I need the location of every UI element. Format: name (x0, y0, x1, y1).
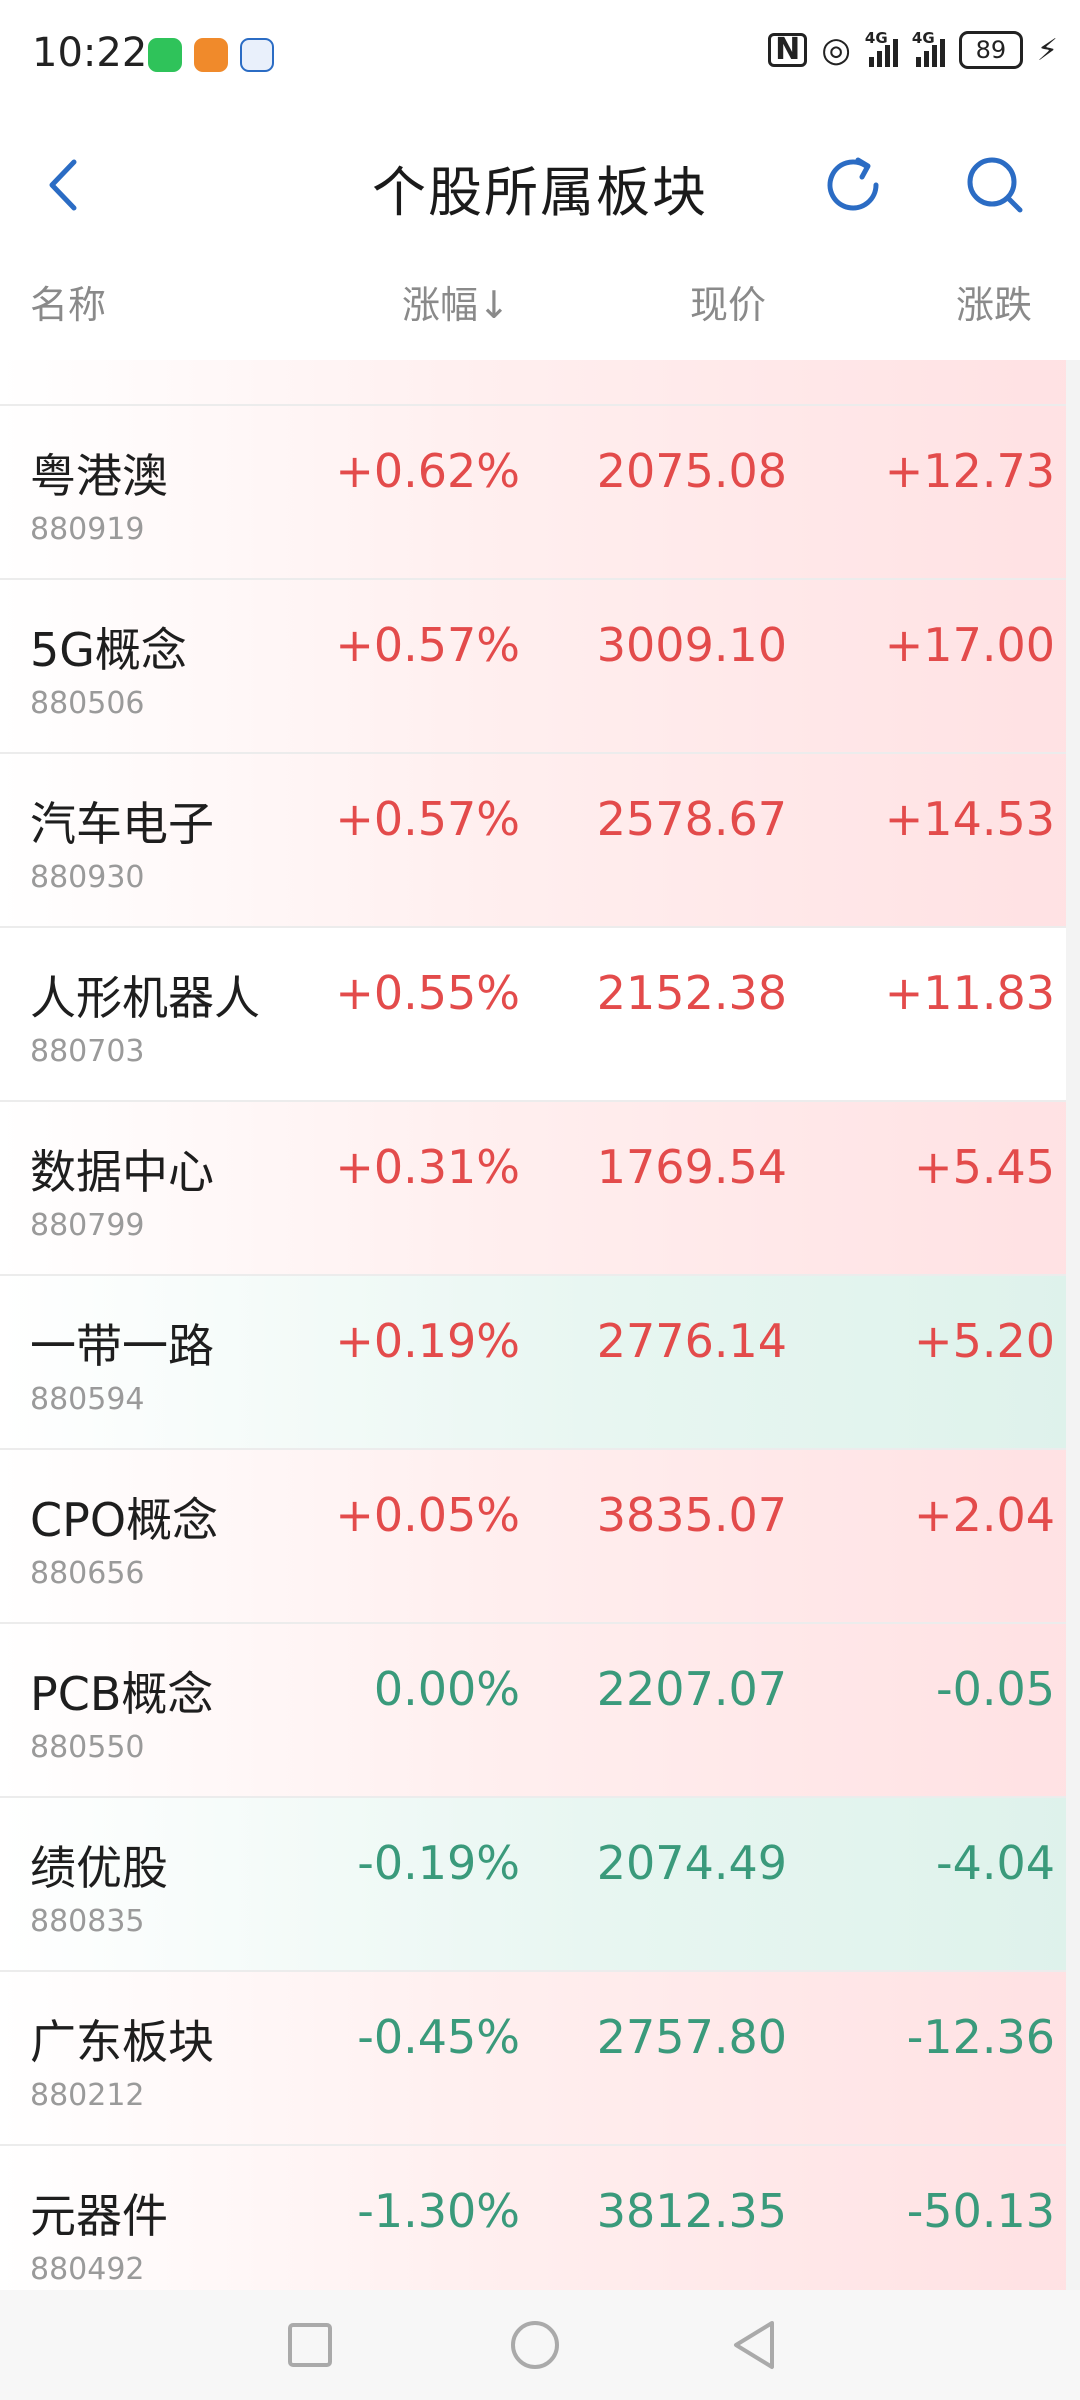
change-value: +11.83 (884, 966, 1055, 1020)
table-row[interactable]: 数据中心 880799 +0.31% 1769.54 +5.45 (0, 1102, 1080, 1276)
change-pct: +0.57% (335, 792, 520, 846)
sector-code: 880506 (30, 686, 145, 721)
price: 2152.38 (596, 966, 787, 1020)
signal-2-icon: 4G (912, 29, 945, 67)
charging-icon: ⚡ (1036, 32, 1058, 68)
status-time: 10:22 (32, 30, 148, 76)
change-pct: -0.19% (357, 1836, 520, 1890)
sector-name: CPO概念 (30, 1493, 219, 1547)
change-pct: +0.05% (335, 1488, 520, 1542)
stock-app-icon (240, 38, 274, 72)
change-value: -4.04 (935, 1836, 1055, 1890)
table-row[interactable] (0, 360, 1080, 406)
refresh-button[interactable] (818, 150, 888, 220)
price: 3009.10 (596, 618, 787, 672)
sector-name: 5G概念 (30, 623, 187, 677)
table-row[interactable]: 绩优股 880835 -0.19% 2074.49 -4.04 (0, 1798, 1080, 1972)
price: 2075.08 (596, 444, 787, 498)
change-value: +14.53 (884, 792, 1055, 846)
column-price[interactable]: 现价 (690, 274, 766, 329)
change-value: +5.45 (914, 1140, 1055, 1194)
sector-code: 880212 (30, 2078, 145, 2113)
search-icon (967, 157, 1023, 213)
sector-code: 880703 (30, 1034, 145, 1069)
price: 1769.54 (596, 1140, 787, 1194)
price: 2757.80 (596, 2010, 787, 2064)
status-right: N ◎ 4G 4G 89 ⚡ (768, 29, 1058, 70)
sector-name: 广东板块 (30, 2015, 214, 2069)
hotspot-icon: ◎ (821, 30, 851, 70)
change-pct: +0.62% (335, 444, 520, 498)
price: 2578.67 (596, 792, 787, 846)
sector-code: 880550 (30, 1730, 145, 1765)
column-name[interactable]: 名称 (30, 274, 106, 329)
sector-code: 880919 (30, 512, 145, 547)
table-row[interactable]: 5G概念 880506 +0.57% 3009.10 +17.00 (0, 580, 1080, 754)
sector-code: 880492 (30, 2252, 145, 2287)
table-row[interactable]: PCB概念 880550 0.00% 2207.07 -0.05 (0, 1624, 1080, 1798)
header: 个股所属板块 (0, 110, 1080, 250)
sector-code: 880799 (30, 1208, 145, 1243)
status-bar: 10:22 N ◎ 4G 4G 89 ⚡ (0, 0, 1080, 110)
chat-app-icon (194, 38, 228, 72)
table-row[interactable]: 汽车电子 880930 +0.57% 2578.67 +14.53 (0, 754, 1080, 928)
table-row[interactable]: 广东板块 880212 -0.45% 2757.80 -12.36 (0, 1972, 1080, 2146)
sector-name: 元器件 (30, 2189, 168, 2243)
sector-code: 880835 (30, 1904, 145, 1939)
change-value: -50.13 (906, 2184, 1055, 2238)
change-pct: +0.55% (335, 966, 520, 1020)
sector-name: PCB概念 (30, 1667, 214, 1721)
battery-indicator: 89 (958, 31, 1023, 69)
price: 3835.07 (596, 1488, 787, 1542)
square-icon[interactable] (280, 2310, 340, 2380)
refresh-icon (827, 157, 879, 211)
change-pct: -1.30% (357, 2184, 520, 2238)
table-row[interactable]: CPO概念 880656 +0.05% 3835.07 +2.04 (0, 1450, 1080, 1624)
change-pct: 0.00% (373, 1662, 520, 1716)
change-pct: +0.57% (335, 618, 520, 672)
column-change[interactable]: 涨跌 (956, 274, 1032, 329)
change-value: -12.36 (906, 2010, 1055, 2064)
sector-name: 汽车电子 (30, 797, 214, 851)
change-value: +17.00 (884, 618, 1055, 672)
search-button[interactable] (960, 150, 1030, 220)
page-title: 个股所属板块 (372, 161, 708, 224)
sector-list[interactable]: 粤港澳 880919 +0.62% 2075.08 +12.73 5G概念 88… (0, 360, 1080, 2290)
signal-2-label: 4G (911, 29, 935, 47)
price: 3812.35 (596, 2184, 787, 2238)
scroll-edge (1066, 360, 1080, 2290)
system-nav-bar (0, 2290, 1080, 2400)
circle-icon[interactable] (500, 2310, 570, 2380)
change-value: +5.20 (914, 1314, 1055, 1368)
signal-1-icon: 4G (865, 29, 898, 67)
sector-name: 数据中心 (30, 1145, 214, 1199)
price: 2207.07 (596, 1662, 787, 1716)
column-change-pct[interactable]: 涨幅↓ (402, 274, 510, 329)
price: 2776.14 (596, 1314, 787, 1368)
sector-name: 粤港澳 (30, 449, 168, 503)
sector-name: 绩优股 (30, 1841, 168, 1895)
column-headers: 名称 涨幅↓ 现价 涨跌 (0, 262, 1080, 342)
signal-1-label: 4G (864, 29, 888, 47)
table-row[interactable]: 粤港澳 880919 +0.62% 2075.08 +12.73 (0, 406, 1080, 580)
sector-name: 一带一路 (30, 1319, 214, 1373)
battery-app-icon (148, 38, 182, 72)
sector-name: 人形机器人 (30, 971, 260, 1025)
sector-code: 880594 (30, 1382, 145, 1417)
change-value: +2.04 (914, 1488, 1055, 1542)
change-value: -0.05 (935, 1662, 1055, 1716)
triangle-back-icon[interactable] (724, 2310, 784, 2380)
nfc-icon: N (768, 33, 808, 67)
sector-code: 880656 (30, 1556, 145, 1591)
price: 2074.49 (596, 1836, 787, 1890)
table-row[interactable]: 人形机器人 880703 +0.55% 2152.38 +11.83 (0, 928, 1080, 1102)
change-pct: -0.45% (357, 2010, 520, 2064)
change-pct: +0.31% (335, 1140, 520, 1194)
change-value: +12.73 (884, 444, 1055, 498)
table-row[interactable]: 一带一路 880594 +0.19% 2776.14 +5.20 (0, 1276, 1080, 1450)
sector-code: 880930 (30, 860, 145, 895)
table-row[interactable]: 元器件 880492 -1.30% 3812.35 -50.13 (0, 2146, 1080, 2290)
change-pct: +0.19% (335, 1314, 520, 1368)
